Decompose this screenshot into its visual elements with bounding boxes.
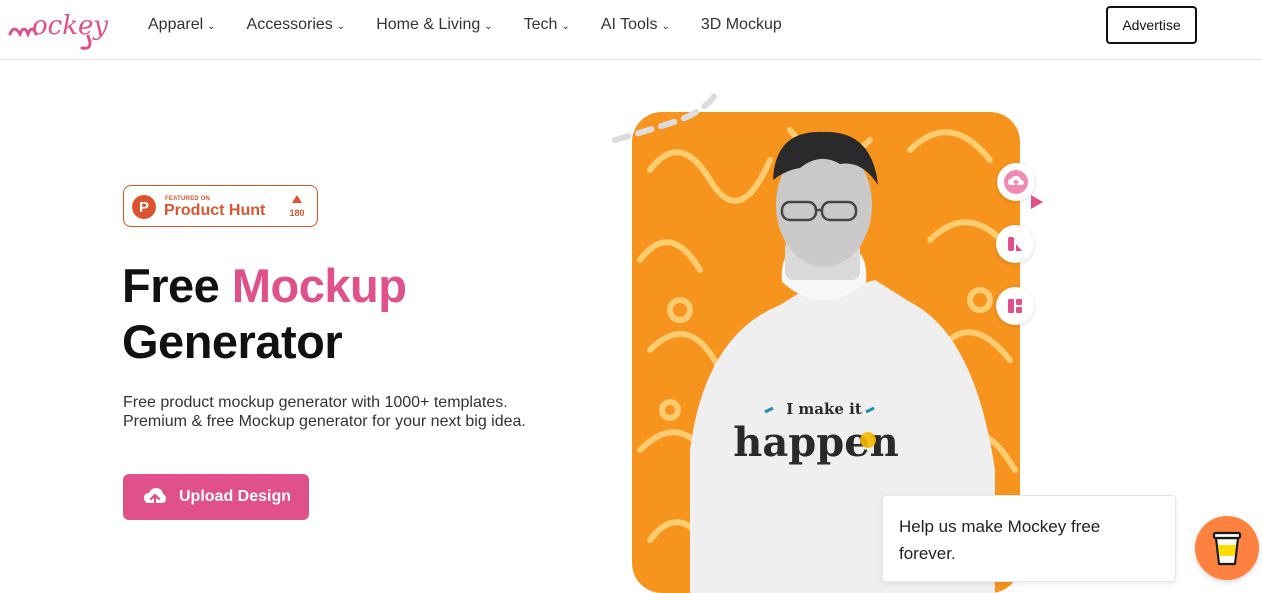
- top-navbar: ockey Apparel ⌄ Accessories ⌄ Home & Livin…: [0, 0, 1262, 60]
- nav-accessories-label: Accessories: [246, 16, 333, 33]
- mockey-logo[interactable]: ockey: [8, 4, 120, 52]
- coffee-cup-icon: [1212, 531, 1242, 566]
- nav-tech-label: Tech: [523, 16, 558, 33]
- buy-me-coffee-button[interactable]: [1195, 516, 1259, 580]
- nav-tech[interactable]: Tech ⌄: [524, 16, 570, 34]
- nav-3d-mockup-label: 3D Mockup: [700, 16, 782, 33]
- svg-text:ockey: ockey: [32, 11, 108, 41]
- chevron-down-icon: ⌄: [661, 20, 670, 32]
- layout-icon: [1008, 299, 1022, 313]
- nav-ai-tools[interactable]: AI Tools ⌄: [601, 16, 670, 34]
- chevron-down-icon: ⌄: [484, 20, 493, 32]
- help-message-box: Help us make Mockey free forever.: [882, 495, 1176, 582]
- hero-title: Free Mockup Generator: [122, 258, 562, 370]
- upvote-arrow-icon: [292, 195, 302, 203]
- nav-ai-tools-label: AI Tools: [600, 16, 658, 33]
- advertise-button[interactable]: Advertise: [1106, 6, 1197, 44]
- nav-apparel-label: Apparel: [148, 16, 204, 33]
- nav-home-living[interactable]: Home & Living ⌄: [376, 16, 492, 34]
- play-arrow-icon: [1031, 195, 1043, 209]
- shapes-icon: [1008, 237, 1022, 251]
- nav-home-living-label: Home & Living: [376, 16, 481, 33]
- nav-3d-mockup[interactable]: 3D Mockup: [701, 16, 782, 34]
- side-shapes-button[interactable]: [996, 225, 1034, 263]
- hero-title-accent: Mockup: [231, 259, 407, 312]
- chevron-down-icon: ⌄: [561, 20, 570, 32]
- product-hunt-logo-icon: P: [132, 195, 156, 219]
- side-layout-button[interactable]: [996, 287, 1034, 325]
- hero-description: Free product mockup generator with 1000+…: [123, 394, 526, 430]
- upload-cloud-icon: [144, 488, 166, 507]
- product-hunt-votes: 180: [289, 208, 305, 218]
- hero-title-plain: Free: [122, 259, 232, 312]
- shirt-line1: I make it: [786, 400, 862, 418]
- product-hunt-name: Product Hunt: [164, 202, 266, 219]
- upload-design-label: Upload Design: [179, 488, 292, 505]
- nav-accessories[interactable]: Accessories ⌄: [247, 16, 346, 34]
- hero-title-line2: Generator: [122, 315, 343, 368]
- main-nav: Apparel ⌄ Accessories ⌄ Home & Living ⌄ Tec…: [148, 14, 782, 36]
- nav-apparel[interactable]: Apparel ⌄: [148, 16, 216, 34]
- chevron-down-icon: ⌄: [207, 20, 216, 32]
- upload-cloud-icon: [1004, 170, 1028, 194]
- chevron-down-icon: ⌄: [336, 20, 346, 32]
- upload-design-button[interactable]: Upload Design: [123, 474, 309, 520]
- mockey-logo-wordmark: ockey: [8, 11, 108, 50]
- product-hunt-badge[interactable]: P FEATURED ON Product Hunt 180: [123, 185, 318, 227]
